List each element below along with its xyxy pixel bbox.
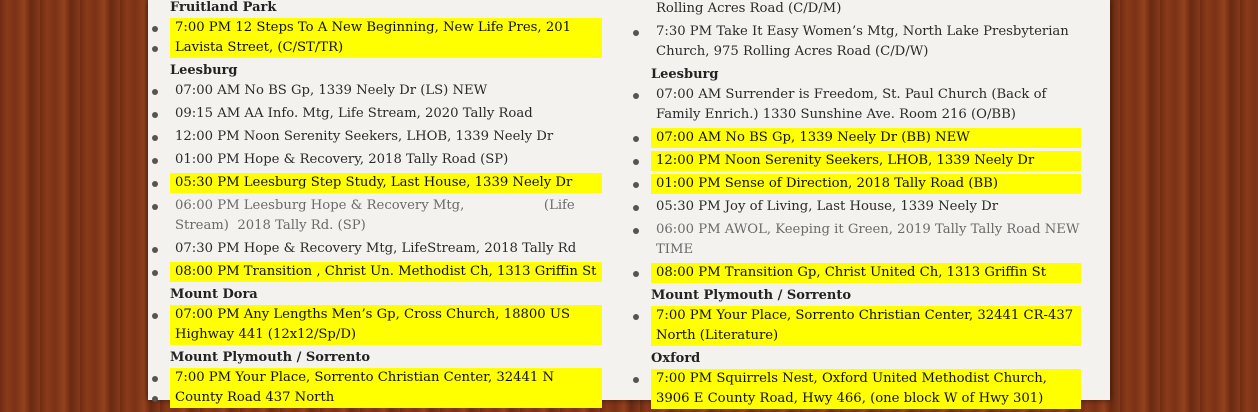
meeting-item: 05:30 PM Leesburg Step Study, Last House… — [152, 173, 602, 193]
left-column: Fruitland Park 7:00 PM 12 Steps To A New… — [152, 0, 602, 411]
right-column: Rolling Acres Road (C/D/M) 7:30 PM Take … — [633, 0, 1081, 412]
meeting-list: Rolling Acres Road (C/D/M) 7:30 PM Take … — [633, 0, 1081, 62]
meeting-item: 07:30 PM Hope & Recovery Mtg, LifeStream… — [152, 239, 602, 259]
meeting-item: 7:00 PM Your Place, Sorrento Christian C… — [152, 368, 602, 408]
meeting-item: 7:00 PM Squirrels Nest, Oxford United Me… — [633, 369, 1081, 409]
meeting-item: 07:00 AM No BS Gp, 1339 Neely Dr (LS) NE… — [152, 81, 602, 101]
town-heading: Leesburg — [170, 63, 238, 78]
town-heading: Mount Dora — [170, 287, 258, 302]
meeting-item: 12:00 PM Noon Serenity Seekers, LHOB, 13… — [633, 151, 1081, 171]
meeting-list: 7:00 PM Your Place, Sorrento Christian C… — [152, 368, 602, 408]
town-heading: Fruitland Park — [170, 0, 277, 15]
meeting-list: 07:00 PM Any Lengths Men’s Gp, Cross Chu… — [152, 305, 602, 345]
meeting-item-continuation: Rolling Acres Road (C/D/M) — [656, 1, 842, 16]
town-heading: Oxford — [651, 351, 701, 366]
meeting-item: 7:00 PM Your Place, Sorrento Christian C… — [633, 306, 1081, 346]
meeting-item: 7:00 PM 12 Steps To A New Beginning, New… — [152, 18, 602, 58]
meeting-item: 7:30 PM Take It Easy Women’s Mtg, North … — [633, 22, 1081, 62]
meeting-item: 05:30 PM Joy of Living, Last House, 1339… — [633, 197, 1081, 217]
meeting-list: 7:00 PM Squirrels Nest, Oxford United Me… — [633, 369, 1081, 409]
meeting-item: 06:00 PM Leesburg Hope & Recovery Mtg, (… — [152, 196, 602, 236]
meeting-item: 12:00 PM Noon Serenity Seekers, LHOB, 13… — [152, 127, 602, 147]
meeting-list: 07:00 AM No BS Gp, 1339 Neely Dr (LS) NE… — [152, 81, 602, 282]
town-heading: Mount Plymouth / Sorrento — [651, 288, 852, 303]
meeting-item: 01:00 PM Sense of Direction, 2018 Tally … — [633, 174, 1081, 194]
meeting-item: 09:15 AM AA Info. Mtg, Life Stream, 2020… — [152, 104, 602, 124]
meeting-list: 7:00 PM Your Place, Sorrento Christian C… — [633, 306, 1081, 346]
meeting-list: 07:00 AM Surrender is Freedom, St. Paul … — [633, 85, 1081, 283]
town-heading: Mount Plymouth / Sorrento — [170, 350, 371, 365]
meeting-item: 06:00 PM AWOL, Keeping it Green, 2019 Ta… — [633, 220, 1081, 260]
meeting-item: 07:00 PM Any Lengths Men’s Gp, Cross Chu… — [152, 305, 602, 345]
town-heading: Leesburg — [651, 67, 719, 82]
meeting-item: 07:00 AM Surrender is Freedom, St. Paul … — [633, 85, 1081, 125]
meeting-list: 7:00 PM 12 Steps To A New Beginning, New… — [152, 18, 602, 58]
meeting-item: 07:00 AM No BS Gp, 1339 Neely Dr (BB) NE… — [633, 128, 1081, 148]
meeting-item: 08:00 PM Transition Gp, Christ United Ch… — [633, 263, 1081, 283]
meeting-item: 01:00 PM Hope & Recovery, 2018 Tally Roa… — [152, 150, 602, 170]
meeting-item: 08:00 PM Transition , Christ Un. Methodi… — [152, 262, 602, 282]
